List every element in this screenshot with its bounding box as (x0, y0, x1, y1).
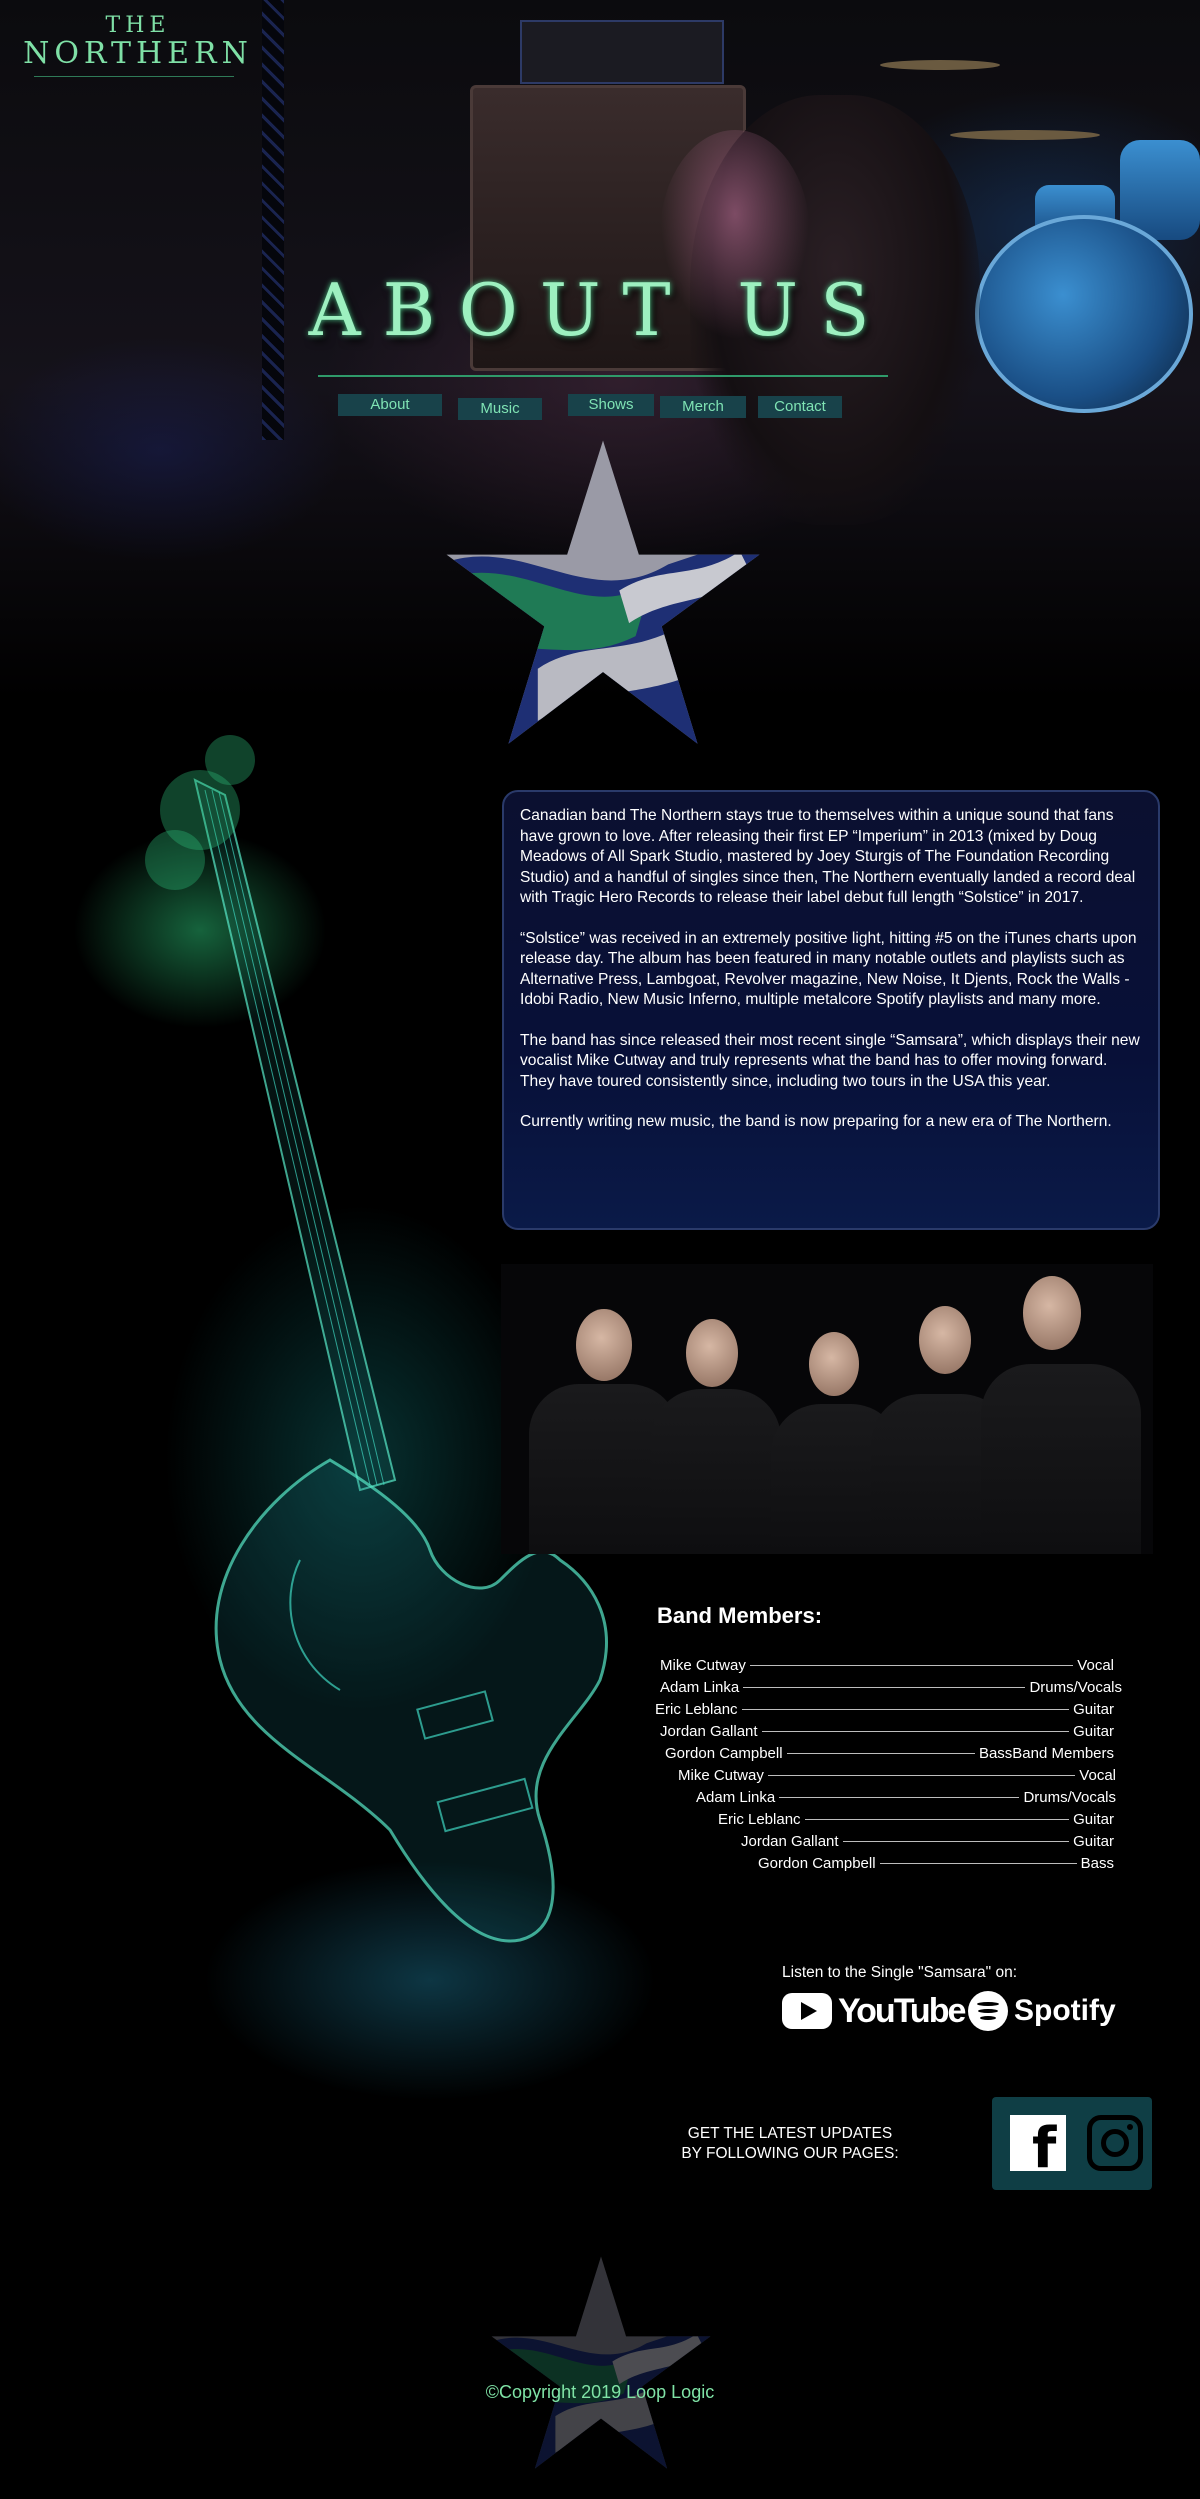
youtube-link[interactable]: YouTube (782, 1988, 966, 2034)
member-name: Jordan Gallant (660, 1722, 758, 1740)
logo-the: THE (105, 13, 171, 38)
member-row: Adam Linka Drums/Vocals (660, 1677, 1122, 1697)
youtube-wordmark: YouTube (838, 1991, 966, 2030)
member-role: Guitar (1073, 1810, 1114, 1828)
youtube-icon (782, 1993, 832, 2029)
band-member-head (576, 1309, 632, 1381)
member-name: Mike Cutway (660, 1656, 746, 1674)
footer-star-emblem (487, 2252, 715, 2480)
leader-line (779, 1796, 1020, 1798)
leader-line (741, 1708, 1070, 1710)
main-nav: About Music Shows Merch Contact (338, 394, 898, 420)
member-row: Eric Leblanc Guitar (718, 1809, 1114, 1829)
nav-music[interactable]: Music (458, 398, 542, 420)
about-paragraph: “Solstice” was received in an extremely … (520, 929, 1137, 1009)
nav-shows[interactable]: Shows (568, 394, 654, 416)
spotify-wordmark: Spotify (1014, 1994, 1116, 2027)
listen-label: Listen to the Single "Samsara" on: (782, 1964, 1018, 1981)
leader-line (786, 1752, 975, 1754)
spotify-link[interactable]: Spotify (968, 1988, 1116, 2034)
member-name: Jordan Gallant (741, 1832, 839, 1850)
title-divider (318, 375, 888, 377)
member-role: Vocal (1079, 1766, 1116, 1784)
leader-line (749, 1664, 1074, 1666)
instagram-icon[interactable] (1087, 2115, 1143, 2171)
member-name: Eric Leblanc (655, 1700, 738, 1718)
stage-truss (262, 0, 284, 440)
follow-line-1: GET THE LATEST UPDATES (687, 2125, 893, 2142)
about-text-card: Canadian band The Northern stays true to… (502, 790, 1160, 1230)
logo-name: NORTHERN (23, 36, 253, 71)
nav-about[interactable]: About (338, 394, 442, 416)
bass-drum (975, 215, 1193, 413)
star-icon (491, 2256, 711, 2469)
logo-underline (34, 76, 234, 77)
member-role: Guitar (1073, 1722, 1114, 1740)
member-row: Jordan Gallant Guitar (741, 1831, 1114, 1851)
member-name: Gordon Campbell (758, 1854, 876, 1872)
follow-text: GET THE LATEST UPDATES BY FOLLOWING OUR … (670, 2124, 910, 2164)
member-role: Vocal (1077, 1656, 1114, 1674)
member-role: BassBand Members (978, 1744, 1114, 1762)
nav-contact[interactable]: Contact (758, 396, 842, 418)
leader-line (767, 1774, 1076, 1776)
about-paragraph: Currently writing new music, the band is… (520, 1113, 1112, 1130)
leader-line (804, 1818, 1070, 1820)
band-member-figure (651, 1389, 781, 1554)
cymbal (950, 130, 1100, 140)
member-name: Adam Linka (696, 1788, 776, 1806)
member-role: Guitar (1073, 1832, 1114, 1850)
member-row: Eric Leblanc Guitar (655, 1699, 1114, 1719)
band-member-figure (981, 1364, 1141, 1554)
leader-line (879, 1862, 1077, 1864)
member-row: Gordon Campbell BassBand Members (665, 1743, 1114, 1763)
member-row: Mike Cutway Vocal (678, 1765, 1116, 1785)
member-role: Bass (1080, 1854, 1114, 1872)
members-heading: Band Members: (657, 1603, 823, 1628)
band-member-head (919, 1306, 971, 1374)
about-paragraph: Canadian band The Northern stays true to… (520, 807, 1136, 906)
member-name: Eric Leblanc (718, 1810, 801, 1828)
member-name: Gordon Campbell (665, 1744, 783, 1762)
page-title: ABOUT US (308, 268, 892, 352)
member-role: Drums/Vocals (1029, 1678, 1122, 1696)
copyright-text: ©Copyright 2019 Loop Logic (485, 2382, 715, 2402)
follow-line-2: BY FOLLOWING OUR PAGES: (681, 2145, 899, 2162)
member-role: Drums/Vocals (1023, 1788, 1116, 1806)
band-member-head (1023, 1276, 1081, 1350)
social-links: f (992, 2097, 1152, 2190)
member-row: Mike Cutway Vocal (660, 1655, 1114, 1675)
leader-line (743, 1686, 1026, 1688)
facebook-icon[interactable]: f (1010, 2115, 1066, 2177)
member-name: Mike Cutway (678, 1766, 764, 1784)
spotify-icon (968, 1991, 1008, 2031)
member-row: Jordan Gallant Guitar (660, 1721, 1114, 1741)
cymbal (880, 60, 1000, 70)
about-paragraph: The band has since released their most r… (520, 1031, 1140, 1090)
leader-line (842, 1840, 1070, 1842)
band-photo (501, 1264, 1153, 1554)
leader-line (761, 1730, 1070, 1732)
nav-merch[interactable]: Merch (660, 396, 746, 418)
band-member-head (809, 1332, 859, 1396)
site-logo[interactable]: THE NORTHERN (18, 14, 258, 70)
member-role: Guitar (1073, 1700, 1114, 1718)
member-row: Adam Linka Drums/Vocals (696, 1787, 1116, 1807)
band-member-head (686, 1319, 738, 1387)
member-name: Adam Linka (660, 1678, 740, 1696)
amp-head (520, 20, 724, 84)
member-row: Gordon Campbell Bass (758, 1853, 1114, 1873)
